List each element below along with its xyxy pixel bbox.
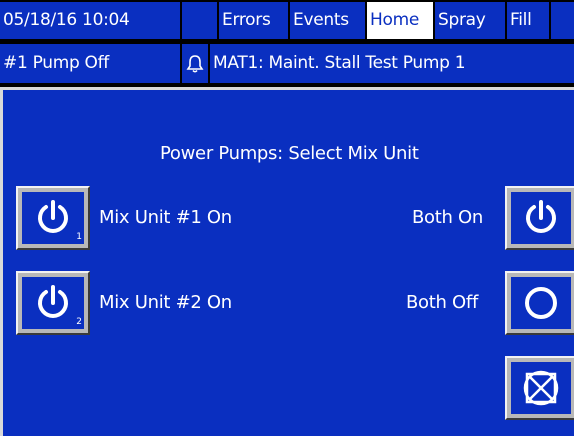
mix-unit-1-on-button[interactable]: 1 xyxy=(16,186,90,250)
blank-cell xyxy=(551,2,574,39)
cancel-button[interactable] xyxy=(505,356,574,420)
datetime-display: 05/18/16 10:04 xyxy=(0,2,180,39)
power-icon xyxy=(526,200,556,233)
tab-home[interactable]: Home xyxy=(367,2,433,39)
status-header: 05/18/16 10:04 Errors Events Home Spray … xyxy=(0,0,574,86)
unit-subscript: 1 xyxy=(76,232,82,242)
mix-unit-1-on-label: Mix Unit #1 On xyxy=(99,207,232,228)
both-off-button[interactable] xyxy=(505,271,574,335)
tab-spray[interactable]: Spray xyxy=(435,2,505,39)
main-screen: Power Pumps: Select Mix Unit 1 Mix Unit … xyxy=(0,87,574,436)
power-icon xyxy=(38,200,68,233)
both-on-label: Both On xyxy=(412,207,484,228)
tab-fill[interactable]: Fill xyxy=(507,2,549,39)
mix-unit-2-on-label: Mix Unit #2 On xyxy=(99,292,232,313)
cancel-icon xyxy=(523,370,559,406)
off-circle-icon xyxy=(525,287,557,319)
page-title: Power Pumps: Select Mix Unit xyxy=(160,143,419,164)
power-icon xyxy=(38,285,68,318)
pump-status: #1 Pump Off xyxy=(0,44,180,83)
alarm-message: MAT1: Maint. Stall Test Pump 1 xyxy=(210,44,574,83)
bell-icon xyxy=(186,54,204,73)
both-on-button[interactable] xyxy=(505,186,574,250)
alarm-bell xyxy=(182,44,208,83)
mix-unit-2-on-button[interactable]: 2 xyxy=(16,271,90,335)
tab-events[interactable]: Events xyxy=(290,2,365,39)
tab-errors[interactable]: Errors xyxy=(219,2,288,39)
blank-cell xyxy=(182,2,217,39)
both-off-label: Both Off xyxy=(406,292,478,313)
unit-subscript: 2 xyxy=(76,317,82,327)
